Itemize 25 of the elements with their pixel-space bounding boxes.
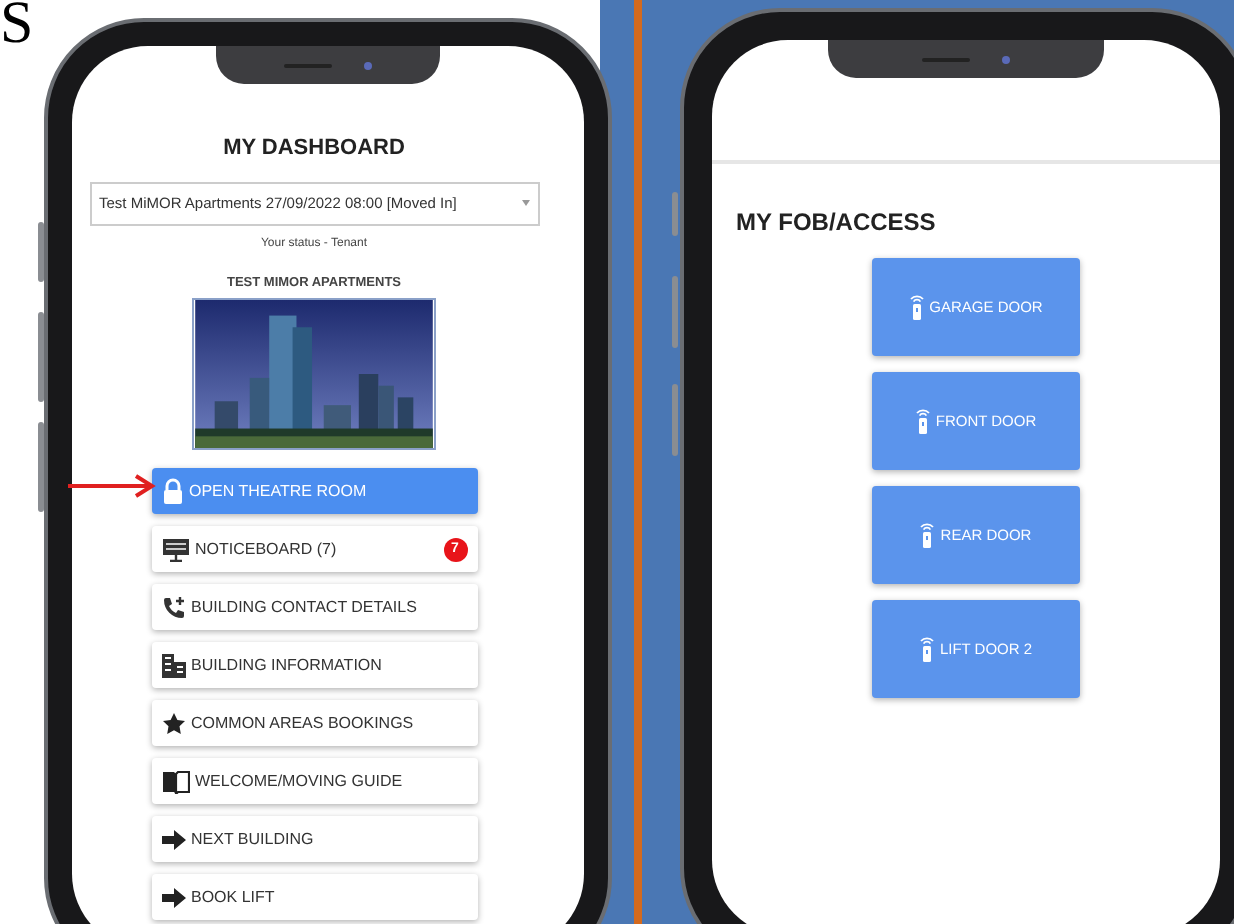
menu-button[interactable]: NEXT BUILDING	[151, 816, 477, 863]
menu-button[interactable]: COMMON AREAS BOOKINGS	[151, 700, 477, 747]
camera-lens	[364, 61, 372, 69]
building-icon	[161, 653, 185, 678]
key-fob-icon	[909, 294, 924, 320]
phone-icon	[161, 595, 185, 620]
menu-button[interactable]: BUILDING CONTACT DETAILS	[151, 584, 477, 631]
page-title: MY DASHBOARD	[223, 134, 405, 164]
camera-lens	[1002, 55, 1010, 63]
section-title: MY FOB/ACCESS	[736, 206, 938, 240]
dropdown-caret-icon	[521, 200, 529, 206]
slide-heading: S	[0, 0, 34, 54]
pointer-arrow	[68, 474, 156, 498]
menu-button[interactable]: BOOK LIFT	[151, 874, 477, 921]
menu-button[interactable]: BUILDING INFORMATION	[151, 642, 477, 689]
arrow-icon	[161, 829, 185, 850]
arrow-icon	[161, 887, 185, 908]
book-icon	[161, 769, 189, 794]
menu-button[interactable]: WELCOME/MOVING GUIDE	[151, 758, 477, 805]
key-fob-icon	[919, 636, 934, 662]
key-fob-icon	[915, 408, 930, 434]
lock-icon	[161, 478, 183, 505]
noticeboard-icon	[161, 537, 189, 562]
key-fob-icon	[920, 522, 935, 548]
star-icon	[161, 711, 185, 736]
